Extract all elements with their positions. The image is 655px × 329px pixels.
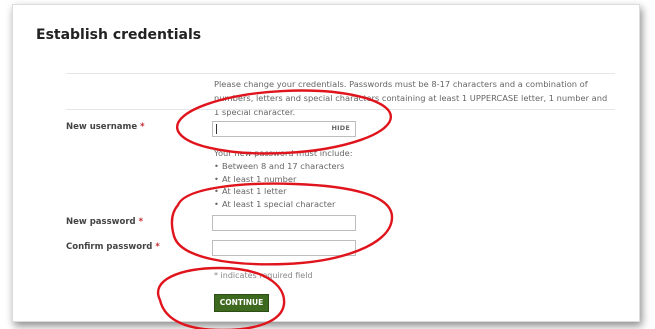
required-marker: *: [140, 122, 145, 132]
hide-toggle[interactable]: HIDE: [332, 124, 351, 132]
password-rule-item: At least 1 special character: [214, 198, 344, 211]
intro-text: Please change your credentials. Password…: [214, 79, 608, 117]
required-field-note: * indicates required field: [214, 271, 313, 280]
continue-button[interactable]: CONTINUE: [214, 294, 269, 312]
confirm-password-label-text: Confirm password: [66, 242, 153, 252]
confirm-password-label: Confirm password *: [66, 242, 160, 252]
password-rules-title: Your new password must include:: [214, 148, 353, 158]
password-rule-item: At least 1 number: [214, 173, 344, 186]
password-label: New password *: [66, 217, 143, 227]
username-input[interactable]: HIDE: [212, 121, 356, 137]
password-rules-list: Between 8 and 17 characters At least 1 n…: [214, 160, 344, 210]
text-caret: [216, 124, 217, 134]
page-title: Establish credentials: [36, 27, 202, 43]
password-rule-item: Between 8 and 17 characters: [214, 160, 344, 173]
required-marker: *: [155, 242, 160, 252]
password-rule-item: At least 1 letter: [214, 185, 344, 198]
confirm-password-input[interactable]: [212, 240, 356, 256]
divider: [66, 73, 615, 74]
required-marker: *: [138, 217, 144, 227]
page: Establish credentials Please change your…: [0, 0, 655, 329]
username-label-text: New username: [66, 122, 138, 132]
username-label: New username *: [66, 122, 145, 132]
new-password-input[interactable]: [212, 215, 356, 231]
divider: [66, 109, 615, 110]
credentials-card: Establish credentials Please change your…: [12, 4, 640, 322]
password-label-text: New password: [66, 217, 136, 227]
